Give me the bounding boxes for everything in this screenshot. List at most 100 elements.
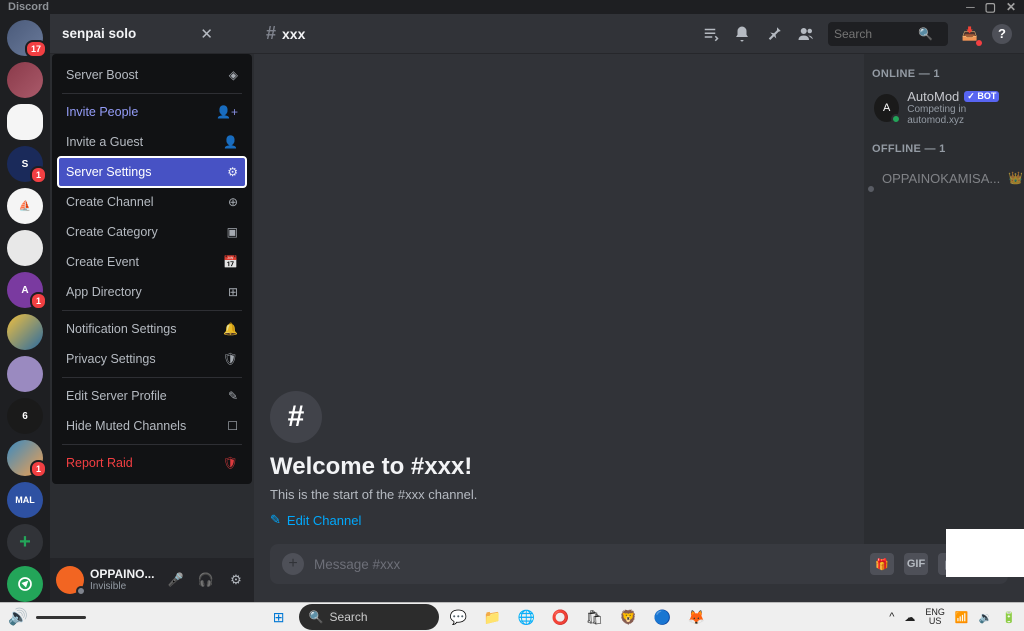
maximize-icon[interactable]: ▢: [985, 0, 996, 14]
minimize-icon[interactable]: ─: [966, 0, 975, 14]
gif-button[interactable]: GIF: [904, 553, 928, 575]
pencil-icon: ✎: [228, 389, 238, 403]
server-icon[interactable]: [7, 104, 43, 140]
guest-icon: 👤: [223, 135, 238, 149]
hash-icon: #: [266, 23, 276, 44]
composer-placeholder[interactable]: Message #xxx: [314, 557, 860, 572]
server-name-header[interactable]: senpai solo ✕: [62, 25, 213, 43]
taskbar-app[interactable]: 📁: [479, 603, 507, 631]
language-indicator[interactable]: ENGUS: [925, 608, 945, 626]
menu-create-channel[interactable]: Create Channel⊕: [58, 187, 246, 217]
menu-server-boost[interactable]: Server Boost◈: [58, 60, 246, 90]
status-offline-icon: [866, 184, 876, 194]
server-icon[interactable]: 1: [7, 440, 43, 476]
menu-invite-guest[interactable]: Invite a Guest👤: [58, 127, 246, 157]
server-icon[interactable]: [7, 314, 43, 350]
member-item[interactable]: A AutoMod ✓ BOT Competing in automod.xyz: [872, 86, 1016, 129]
taskbar-app[interactable]: ⭕: [547, 603, 575, 631]
invite-icon: 👤+: [216, 105, 238, 119]
offline-header: OFFLINE — 1: [872, 143, 1016, 155]
server-icon[interactable]: S1: [7, 146, 43, 182]
taskbar-app[interactable]: 🦁: [615, 603, 643, 631]
channel-sidebar: senpai solo ✕ Server Boost◈ Invite Peopl…: [50, 14, 254, 602]
member-item[interactable]: OPPAINOKAMISA... 👑: [872, 161, 1016, 195]
user-name: OPPAINO...: [90, 568, 158, 581]
server-icon[interactable]: MAL: [7, 482, 43, 518]
crown-icon: 👑: [1008, 171, 1023, 185]
tray-chevron-icon[interactable]: ^: [889, 611, 894, 623]
wifi-icon[interactable]: 📶: [955, 611, 969, 624]
server-icon[interactable]: A1: [7, 272, 43, 308]
settings-icon[interactable]: ⚙: [224, 568, 248, 592]
checkbox-icon: ☐: [227, 419, 238, 433]
message-composer[interactable]: + Message #xxx 🎁 GIF ◱ 😀: [270, 544, 1008, 584]
attach-button[interactable]: +: [282, 553, 304, 575]
menu-privacy-settings[interactable]: Privacy Settings🛡: [58, 344, 246, 374]
menu-server-settings[interactable]: Server Settings⚙: [58, 157, 246, 187]
server-badge: 1: [30, 460, 47, 478]
server-icon[interactable]: [7, 356, 43, 392]
menu-notification-settings[interactable]: Notification Settings🔔: [58, 314, 246, 344]
folder-icon: ▣: [227, 225, 238, 239]
welcome-subtitle: This is the start of the #xxx channel.: [270, 487, 848, 502]
close-icon[interactable]: ✕: [1006, 0, 1016, 14]
server-icon[interactable]: [7, 230, 43, 266]
menu-app-directory[interactable]: App Directory⊞: [58, 277, 246, 307]
mic-icon[interactable]: 🎤: [164, 568, 188, 592]
menu-create-category[interactable]: Create Category▣: [58, 217, 246, 247]
server-icon[interactable]: ⛵: [7, 188, 43, 224]
server-rail: 17 S1 ⛵ A1 6 1 MAL +: [0, 14, 50, 602]
menu-hide-muted[interactable]: Hide Muted Channels☐: [58, 411, 246, 441]
taskbar-app[interactable]: 🌐: [513, 603, 541, 631]
inbox-icon[interactable]: 📥: [960, 24, 980, 44]
battery-icon[interactable]: 🔋: [1002, 611, 1016, 624]
taskbar-app[interactable]: 🔵: [649, 603, 677, 631]
server-name: senpai solo: [62, 26, 136, 41]
shield-alert-icon: 🛡: [223, 456, 238, 470]
headphones-icon[interactable]: 🎧: [194, 568, 218, 592]
titlebar: Discord ─ ▢ ✕: [0, 0, 1024, 14]
explore-button[interactable]: [7, 566, 43, 602]
search-input[interactable]: [834, 27, 914, 41]
menu-create-event[interactable]: Create Event📅: [58, 247, 246, 277]
server-dropdown-menu: Server Boost◈ Invite People👤+ Invite a G…: [52, 54, 252, 484]
pinned-icon[interactable]: [764, 24, 784, 44]
server-icon[interactable]: 17: [7, 20, 43, 56]
overlay-box: [946, 529, 1024, 577]
sound-tray-icon[interactable]: 🔉: [979, 611, 993, 624]
threads-icon[interactable]: [700, 24, 720, 44]
user-avatar[interactable]: [56, 566, 84, 594]
menu-edit-server-profile[interactable]: Edit Server Profile✎: [58, 381, 246, 411]
taskbar-app[interactable]: 💬: [445, 603, 473, 631]
gift-icon[interactable]: 🎁: [870, 553, 894, 575]
apps-icon: ⊞: [228, 285, 238, 299]
add-server-button[interactable]: +: [7, 524, 43, 560]
server-icon[interactable]: 6: [7, 398, 43, 434]
edit-channel-link[interactable]: ✎ Edit Channel: [270, 512, 848, 528]
server-badge: 1: [30, 166, 47, 184]
taskbar-search[interactable]: 🔍 Search: [299, 604, 439, 630]
search-box[interactable]: 🔍: [828, 22, 948, 46]
status-dot-icon: [76, 586, 86, 596]
taskbar-app[interactable]: 🛍: [581, 603, 609, 631]
bot-tag: ✓ BOT: [964, 91, 999, 102]
channel-title: # xxx: [266, 23, 305, 44]
volume-slider[interactable]: [36, 616, 86, 619]
notifications-icon[interactable]: [732, 24, 752, 44]
gear-icon: ⚙: [227, 165, 238, 179]
help-icon[interactable]: ?: [992, 24, 1012, 44]
menu-report-raid[interactable]: Report Raid🛡: [58, 448, 246, 478]
volume-icon[interactable]: 🔊: [8, 607, 28, 627]
shield-icon: 🛡: [223, 352, 238, 366]
tray-onedrive-icon[interactable]: ☁: [904, 611, 915, 624]
members-icon[interactable]: [796, 24, 816, 44]
chat-area: # xxx 🔍 📥 ? # Welcome: [254, 14, 1024, 602]
user-status: Invisible: [90, 581, 158, 592]
menu-invite-people[interactable]: Invite People👤+: [58, 97, 246, 127]
start-button[interactable]: ⊞: [265, 603, 293, 631]
add-circle-icon: ⊕: [228, 195, 238, 209]
member-name: AutoMod: [907, 89, 959, 104]
server-icon[interactable]: [7, 62, 43, 98]
close-menu-icon[interactable]: ✕: [200, 25, 213, 43]
taskbar-app[interactable]: 🦊: [683, 603, 711, 631]
